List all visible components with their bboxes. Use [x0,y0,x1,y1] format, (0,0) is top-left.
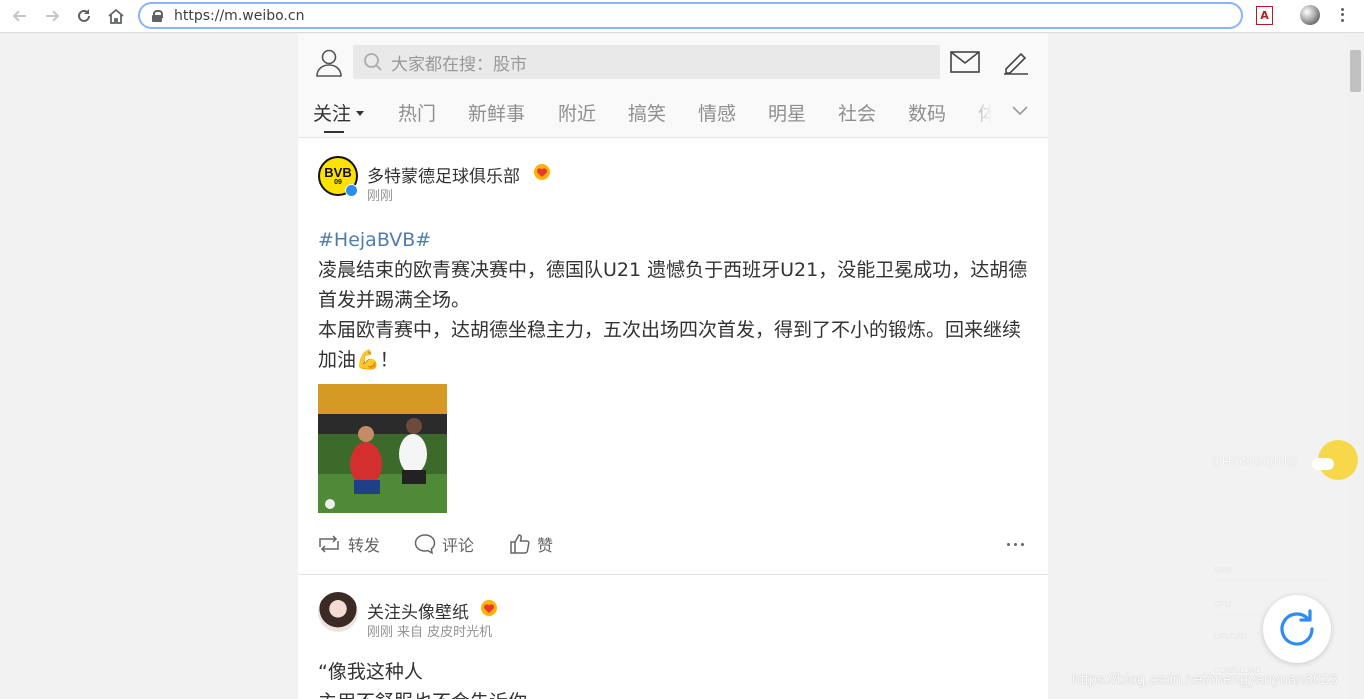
browser-toolbar: https://m.weibo.cn A [0,0,1364,33]
tab-nearby[interactable]: 附近 [558,99,596,126]
refresh-icon [1280,609,1314,646]
tab-celebrity[interactable]: 明星 [768,99,806,126]
sysmon-label-ram: RAM [1214,566,1232,575]
browser-menu-icon[interactable] [1336,4,1348,26]
search-placeholder: 大家都在搜：股市 [391,54,527,75]
tab-digital[interactable]: 数码 [908,99,946,126]
scrollbar-thumb[interactable] [1350,50,1361,92]
post-text-line: “像我这种人 [318,661,423,683]
tab-society[interactable]: 社会 [838,99,876,126]
refresh-button[interactable] [1263,595,1331,663]
sysmon-label-upload: UPLOAD [1214,632,1247,641]
tab-news[interactable]: 新鲜事 [468,99,525,126]
caret-down-icon [356,110,365,116]
post-time: 刚刚 [367,625,394,640]
tab-funny[interactable]: 搞笑 [628,99,666,126]
compose-icon[interactable] [1001,46,1031,76]
pdf-extension-label: A [1260,9,1269,22]
thumbs-up-icon [510,534,530,554]
address-bar[interactable]: https://m.weibo.cn [138,2,1243,29]
search-icon [364,53,382,71]
pdf-extension-icon[interactable]: A [1256,6,1273,25]
comment-icon [414,534,436,555]
reload-icon[interactable] [72,5,96,27]
forward-arrow-icon[interactable] [40,5,64,27]
watermark: https://blog.csdn.net/mengyanyuan8023 [1072,671,1339,688]
url-text: https://m.weibo.cn [174,7,305,24]
tab-emotion[interactable]: 情感 [698,99,736,126]
post-text-line: 凌晨结束的欧青赛决赛中，德国队U21 遗憾负于西班牙U21，没能卫冕成功，达胡德… [318,259,1028,311]
post-body: #HejaBVB# 凌晨结束的欧青赛决赛中，德国队U21 遗憾负于西班牙U21，… [318,225,1028,375]
feed-card: BVB 09 多特蒙德足球俱乐部 刚刚 #HejaBVB# 凌晨结束的欧青赛决赛… [298,139,1048,575]
home-icon[interactable] [104,5,128,27]
sysmon-label-cpu: CPU [1214,600,1231,609]
post-text-line: 主用不舒服也不会告诉你 [318,687,1028,699]
page-scrollbar[interactable] [1347,34,1364,699]
chevron-down-icon[interactable] [1011,105,1029,117]
mail-icon[interactable] [949,48,981,76]
weather-widget: CHONGQING [1212,432,1358,492]
weather-city: CHONGQING [1212,454,1299,469]
profile-icon[interactable] [314,47,344,77]
post-source: 来自 皮皮时光机 [397,625,493,640]
top-header: 大家都在搜：股市 关注 热门 新鲜事 附近 搞笑 情感 明星 社会 数码 体 [298,34,1048,138]
sysmon-divider [1212,580,1330,581]
tab-hot[interactable]: 热门 [398,99,436,126]
avatar[interactable] [318,592,358,632]
tab-fade [968,94,1048,132]
post-actions: 转发 评论 赞 [298,531,1048,561]
like-label: 赞 [537,536,554,555]
extension-ball-icon[interactable] [1300,5,1320,25]
user-name[interactable]: 多特蒙德足球俱乐部 [367,162,520,187]
like-button[interactable]: 赞 [509,531,553,557]
tab-following[interactable]: 关注 [313,99,365,126]
post-time: 刚刚 [367,189,394,204]
lock-icon [152,9,163,22]
post-meta: 刚刚 来自 皮皮时光机 [367,621,492,640]
feed-card: 关注头像壁纸 刚刚来自 皮皮时光机 “像我这种人 主用不舒服也不会告诉你 [298,575,1048,699]
weibo-page: 大家都在搜：股市 关注 热门 新鲜事 附近 搞笑 情感 明星 社会 数码 体 [298,34,1048,699]
avatar-logo-text: BVB [324,164,352,180]
vip-heart-icon [481,600,497,616]
repost-label: 转发 [348,536,381,555]
channel-tabs: 关注 热门 新鲜事 附近 搞笑 情感 明星 社会 数码 体 [298,94,1048,134]
active-tab-indicator [324,131,344,133]
cloud-icon [1312,458,1334,470]
tab-label: 关注 [313,103,352,125]
search-input[interactable]: 大家都在搜：股市 [353,45,940,79]
comment-button[interactable]: 评论 [414,531,474,557]
verified-badge-icon [345,184,358,197]
post-text-line: 本届欧青赛中，达胡德坐稳主力，五次出场四次首发，得到了不小的锻炼。回来继续加油💪… [318,319,1022,371]
post-meta: 刚刚 [367,185,393,204]
hashtag-link[interactable]: #HejaBVB# [318,225,1028,255]
avatar-logo-number: 09 [334,178,342,186]
repost-icon [319,535,339,553]
football-photo [318,384,447,513]
more-options-icon[interactable] [1007,543,1024,546]
post-image[interactable] [318,384,447,513]
post-body: “像我这种人 主用不舒服也不会告诉你 [318,657,1028,699]
vip-heart-icon [534,164,550,180]
repost-button[interactable]: 转发 [316,531,380,557]
back-arrow-icon[interactable] [8,5,32,27]
comment-label: 评论 [442,536,475,555]
user-name[interactable]: 关注头像壁纸 [367,598,469,623]
